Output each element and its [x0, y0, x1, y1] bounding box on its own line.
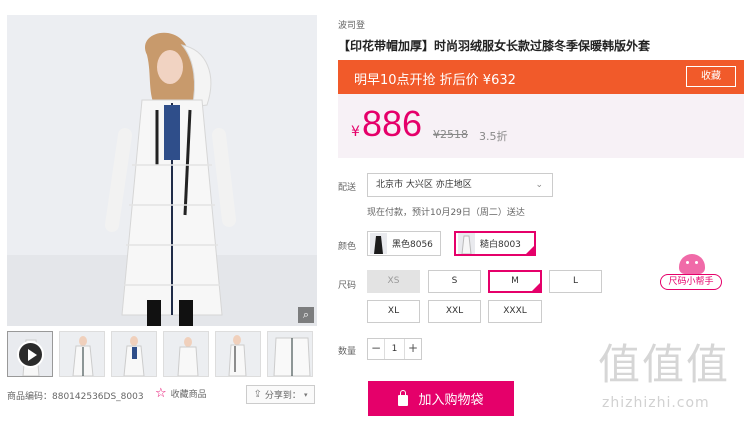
color-option-selected[interactable]: 糙白8003 [454, 231, 536, 256]
size-option-s[interactable]: S [428, 270, 481, 293]
watermark-url: zhizhizhi.com [602, 395, 710, 411]
shipping-label: 配送 [338, 183, 357, 193]
quantity-stepper: − 1 + [367, 338, 422, 360]
thumbnail-image [216, 332, 260, 376]
watermark-glyphs: 值值值 [598, 340, 731, 389]
chevron-down-icon: ⌄ [535, 180, 543, 190]
color-swatch-image [370, 233, 387, 254]
shipping-location-value: 北京市 大兴区 亦庄地区 [376, 180, 472, 190]
size-option-label: M [511, 276, 519, 286]
star-icon: ☆ [155, 386, 167, 401]
model-photo [7, 15, 317, 326]
share-label: 分享到： [264, 391, 301, 401]
size-option-xl[interactable]: XL [367, 300, 420, 323]
price-box: ¥ 886 ¥2518 3.5折 [338, 94, 744, 158]
thumbnail-item[interactable] [215, 331, 261, 377]
mascot-icon [679, 254, 705, 274]
original-price: ¥2518 [433, 128, 468, 141]
size-option-m[interactable]: M [488, 270, 542, 293]
site-watermark: 值值值 zhizhizhi.com [598, 340, 738, 418]
share-icon: ⇪ [253, 389, 262, 400]
size-helper-button[interactable]: 尺码小帮手 [660, 254, 722, 294]
favorite-product-label: 收藏商品 [170, 390, 207, 400]
color-option[interactable]: 黑色8056 [367, 231, 441, 256]
thumbnail-item[interactable] [163, 331, 209, 377]
size-option-xxl[interactable]: XXL [428, 300, 481, 323]
current-price: 886 [362, 103, 423, 144]
thumbnail-item[interactable] [59, 331, 105, 377]
size-option-xs: XS [367, 270, 420, 293]
favorite-product-link[interactable]: ☆ 收藏商品 [155, 387, 207, 400]
play-icon[interactable] [17, 341, 44, 368]
add-to-cart-label: 加入购物袋 [418, 393, 484, 408]
add-to-cart-button[interactable]: 加入购物袋 [368, 381, 514, 416]
color-option-label: 糙白8003 [480, 240, 521, 250]
thumbnail-item[interactable] [267, 331, 313, 377]
caret-down-icon: ▾ [303, 390, 308, 399]
shipping-location-select[interactable]: 北京市 大兴区 亦庄地区 ⌄ [367, 173, 553, 197]
promo-bar: 明早10点开抢 折后价 ¥632 收藏 [338, 60, 744, 94]
thumbnail-strip [7, 331, 317, 377]
thumbnail-image [60, 332, 104, 376]
quantity-increase-button[interactable]: + [405, 339, 421, 359]
size-option-xxxl[interactable]: XXXL [488, 300, 542, 323]
color-option-label: 黑色8056 [392, 240, 433, 250]
selected-check-icon [531, 282, 541, 292]
color-label: 颜色 [338, 242, 357, 252]
promo-text: 明早10点开抢 折后价 ¥632 [354, 73, 516, 88]
color-swatch-image [458, 233, 475, 254]
thumbnail-item[interactable] [111, 331, 157, 377]
selected-check-icon [525, 245, 535, 255]
product-title: 【印花带帽加厚】时尚羽绒服女长款过膝冬季保暖韩版外套 [338, 39, 651, 53]
main-product-image[interactable]: ⌕ [7, 15, 317, 326]
quantity-input[interactable]: 1 [384, 339, 405, 359]
magnifier-icon[interactable]: ⌕ [298, 307, 314, 323]
thumbnail-image [112, 332, 156, 376]
discount-rate: 3.5折 [479, 130, 508, 143]
size-option-l[interactable]: L [549, 270, 602, 293]
product-meta-row: 商品编码：880142536DS_8003 ☆ 收藏商品 ⇪ 分享到： ▾ [7, 385, 317, 405]
shopping-bag-icon [398, 389, 409, 406]
thumbnail-image [164, 332, 208, 376]
favorite-button[interactable]: 收藏 [686, 66, 736, 87]
thumbnail-video[interactable] [7, 331, 53, 377]
product-page: ⌕ 商品编码：880142536DS_8003 ☆ 收藏商品 ⇪ 分享到： ▾ … [0, 0, 750, 424]
size-helper-label: 尺码小帮手 [660, 274, 722, 290]
quantity-label: 数量 [338, 347, 357, 357]
thumbnail-image [268, 332, 312, 376]
quantity-decrease-button[interactable]: − [368, 339, 384, 359]
price-currency: ¥ [351, 124, 360, 140]
share-dropdown[interactable]: ⇪ 分享到： ▾ [246, 385, 315, 404]
delivery-estimate: 现在付款，预计10月29日（周二）送达 [367, 208, 525, 218]
size-label: 尺码 [338, 281, 357, 291]
brand-name[interactable]: 波司登 [338, 18, 365, 31]
product-code: 商品编码：880142536DS_8003 [7, 392, 144, 402]
